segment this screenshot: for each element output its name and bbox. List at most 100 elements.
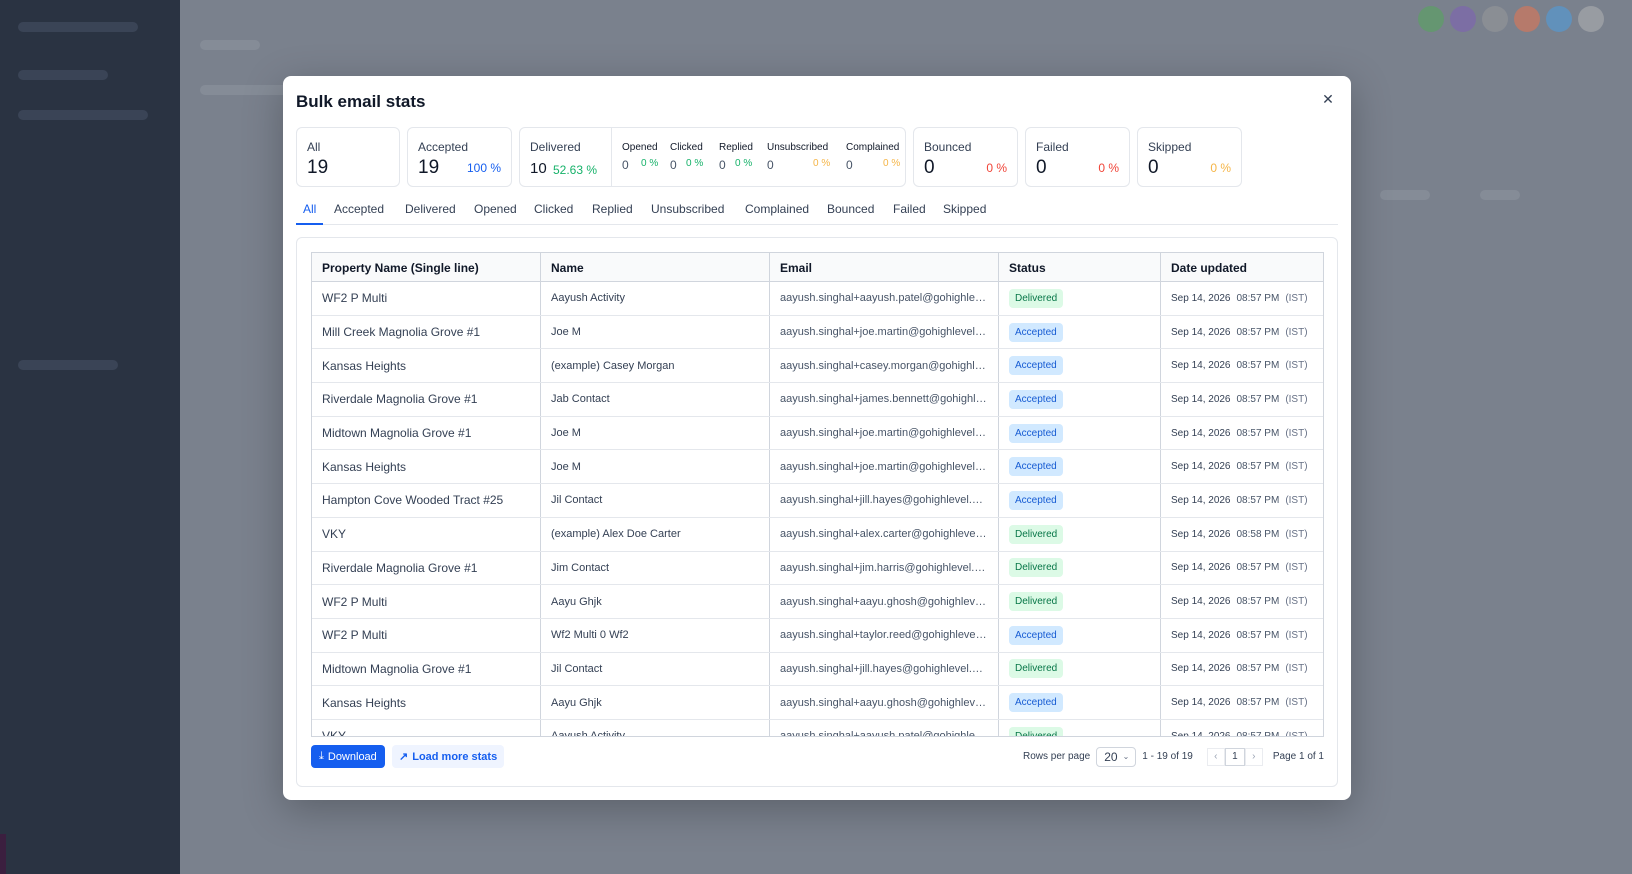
table-row[interactable]: Kansas Heights (example) Casey Morgan aayu… bbox=[312, 349, 1323, 384]
column-header-name[interactable]: Name bbox=[541, 253, 770, 282]
stat-card-skipped[interactable]: Skipped 0 0 % bbox=[1137, 127, 1242, 187]
cell-status: Delivered bbox=[999, 551, 1161, 585]
tab-clicked[interactable]: Clicked bbox=[534, 198, 573, 225]
previous-page-button[interactable]: ‹ bbox=[1206, 747, 1225, 766]
time-text: 08:57 PM bbox=[1236, 494, 1280, 506]
cell-status: Delivered bbox=[999, 719, 1161, 736]
cell-name: Joe M bbox=[541, 315, 770, 349]
email-text: aayush.singhal+aayu.ghosh@gohighlevel.co… bbox=[780, 595, 988, 608]
email-text: aayush.singhal+jim.harris@gohighlevel.co… bbox=[780, 561, 988, 574]
cell-email: aayush.singhal+taylor.reed@gohighlevel.c… bbox=[770, 618, 999, 652]
status-badge: Delivered bbox=[1009, 592, 1064, 612]
cell-email: aayush.singhal+joe.martin@gohighlevel.co… bbox=[770, 315, 999, 349]
stat-label: Bounced bbox=[924, 140, 972, 154]
cell-status: Delivered bbox=[999, 517, 1161, 551]
download-button[interactable]: ⤓ Download bbox=[311, 745, 385, 768]
timezone-text: (IST) bbox=[1285, 562, 1308, 574]
timezone-text: (IST) bbox=[1285, 494, 1308, 506]
next-page-button[interactable]: › bbox=[1244, 747, 1263, 766]
column-header-property[interactable]: Property Name (Single line) bbox=[312, 253, 541, 282]
cell-property: WF2 P Multi bbox=[312, 585, 541, 618]
stat-percent: 52.63 % bbox=[553, 163, 598, 177]
cell-date: Sep 14, 2026 08:57 PM (IST) bbox=[1161, 653, 1323, 686]
table-row[interactable]: WF2 P Multi Wf2 Multi 0 Wf2 aayush.singhal… bbox=[312, 618, 1323, 653]
stat-value: 0 bbox=[1148, 157, 1159, 178]
table-row[interactable]: VKY (example) Alex Doe Carter aayush.singh… bbox=[312, 517, 1323, 552]
column-header-email[interactable]: Email bbox=[770, 253, 999, 282]
table-row[interactable]: Mill Creek Magnolia Grove #1 Joe M aayush.… bbox=[312, 315, 1323, 350]
cell-status: Delivered bbox=[999, 652, 1161, 686]
stat-label: Complained bbox=[846, 142, 900, 153]
cell-date: Sep 14, 2026 08:57 PM (IST) bbox=[1161, 720, 1323, 736]
stat-value: 0 bbox=[767, 158, 774, 172]
email-text: aayush.singhal+casey.morgan@gohighlevel.… bbox=[780, 359, 988, 372]
divider bbox=[611, 128, 612, 186]
tab-replied[interactable]: Replied bbox=[592, 198, 633, 225]
email-text: aayush.singhal+james.bennett@gohighlevel… bbox=[780, 393, 988, 406]
stat-label: Skipped bbox=[1148, 140, 1192, 154]
tab-opened[interactable]: Opened bbox=[474, 198, 517, 225]
cell-email: aayush.singhal+jill.hayes@gohighlevel.co… bbox=[770, 484, 999, 517]
table-row[interactable]: WF2 P Multi Aayush Activity aayush.singhal… bbox=[312, 282, 1323, 316]
tab-skipped[interactable]: Skipped bbox=[943, 198, 986, 225]
email-text: aayush.singhal+aayu.ghosh@gohighlevel.co… bbox=[780, 696, 988, 709]
email-text: aayush.singhal+joe.martin@gohighlevel.co… bbox=[780, 326, 988, 339]
page-of-text: Page 1 of 1 bbox=[1272, 751, 1324, 762]
stat-percent: 0 % bbox=[686, 158, 704, 169]
table-row[interactable]: Midtown Magnolia Grove #1 Joe M aayush.sin… bbox=[312, 416, 1323, 451]
stat-complained: Complained 0 0 % bbox=[846, 142, 901, 172]
tab-failed[interactable]: Failed bbox=[893, 198, 926, 225]
table-row[interactable]: WF2 P Multi Aayu Ghjk aayush.singhal+aayu.… bbox=[312, 585, 1323, 619]
table-row[interactable]: Hampton Cove Wooded Tract #25 Jil Contact… bbox=[312, 484, 1323, 518]
page-1-button[interactable]: 1 bbox=[1224, 747, 1245, 766]
tab-bounced[interactable]: Bounced bbox=[827, 198, 874, 225]
table-body: WF2 P Multi Aayush Activity aayush.singhal… bbox=[312, 282, 1323, 736]
pagination: Rows per page 20 ⌄ 1 - 19 of 19 ‹ 1 › Pa… bbox=[1023, 745, 1324, 768]
timezone-text: (IST) bbox=[1285, 360, 1308, 372]
cell-name: Joe M bbox=[541, 416, 770, 450]
cell-property: Riverdale Magnolia Grove #1 bbox=[312, 383, 541, 416]
recipients-table[interactable]: Property Name (Single line) Name Email S… bbox=[311, 252, 1324, 737]
stat-card-all[interactable]: All 19 bbox=[296, 127, 400, 187]
cell-email: aayush.singhal+joe.martin@gohighlevel.co… bbox=[770, 416, 999, 450]
stat-value: 10 bbox=[530, 160, 547, 177]
table-row[interactable]: Riverdale Magnolia Grove #1 Jim Contact aa… bbox=[312, 551, 1323, 586]
date-text: Sep 14, 2026 bbox=[1171, 326, 1231, 338]
cell-name: Jab Contact bbox=[541, 383, 770, 416]
cell-property: Mill Creek Magnolia Grove #1 bbox=[312, 315, 541, 349]
cell-date: Sep 14, 2026 08:57 PM (IST) bbox=[1161, 383, 1323, 416]
column-header-status[interactable]: Status bbox=[999, 253, 1161, 282]
stat-label: Failed bbox=[1036, 140, 1069, 154]
stat-percent: 0 % bbox=[735, 158, 753, 169]
tab-delivered[interactable]: Delivered bbox=[405, 198, 456, 225]
background-sidebar bbox=[0, 0, 180, 874]
rows-per-page-select[interactable]: 20 ⌄ bbox=[1096, 746, 1137, 767]
stat-card-bounced[interactable]: Bounced 0 0 % bbox=[913, 127, 1018, 187]
table-row[interactable]: VKY Aayush Activity aayush.singhal+aayush.… bbox=[312, 719, 1323, 736]
stat-replied: Replied 0 0 % bbox=[719, 142, 753, 172]
load-more-stats-button[interactable]: ↗ Load more stats bbox=[392, 745, 505, 768]
tab-complained[interactable]: Complained bbox=[745, 198, 809, 225]
cell-date: Sep 14, 2026 08:57 PM (IST) bbox=[1161, 552, 1323, 585]
tab-all[interactable]: All bbox=[296, 198, 324, 225]
column-header-date[interactable]: Date updated bbox=[1161, 253, 1323, 282]
time-text: 08:57 PM bbox=[1236, 663, 1280, 675]
cell-date: Sep 14, 2026 08:57 PM (IST) bbox=[1161, 450, 1323, 483]
tab-accepted[interactable]: Accepted bbox=[334, 198, 384, 225]
table-row[interactable]: Kansas Heights Joe M aayush.singhal+joe.ma… bbox=[312, 450, 1323, 485]
email-text: aayush.singhal+alex.carter@gohighlevel.c… bbox=[780, 528, 988, 541]
table-row[interactable]: Kansas Heights Aayu Ghjk aayush.singhal+aa… bbox=[312, 686, 1323, 720]
cell-date: Sep 14, 2026 08:57 PM (IST) bbox=[1161, 417, 1323, 450]
cell-status: Delivered bbox=[999, 585, 1161, 618]
cell-property: WF2 P Multi bbox=[312, 282, 541, 315]
table-row[interactable]: Midtown Magnolia Grove #1 Jil Contact aayu… bbox=[312, 652, 1323, 687]
close-button[interactable]: ✕ bbox=[1317, 88, 1339, 110]
cell-date: Sep 14, 2026 08:57 PM (IST) bbox=[1161, 282, 1323, 315]
stat-card-failed[interactable]: Failed 0 0 % bbox=[1025, 127, 1130, 187]
tab-unsubscribed[interactable]: Unsubscribed bbox=[651, 198, 724, 225]
stat-card-accepted[interactable]: Accepted 19 100 % bbox=[407, 127, 512, 187]
email-text: aayush.singhal+joe.martin@gohighlevel.co… bbox=[780, 427, 988, 440]
table-row[interactable]: Riverdale Magnolia Grove #1 Jab Contact aa… bbox=[312, 383, 1323, 417]
stat-card-delivered[interactable]: Delivered 10 52.63 % Opened 0 0 % Clicke… bbox=[519, 127, 906, 187]
status-badge: Accepted bbox=[1009, 356, 1063, 376]
